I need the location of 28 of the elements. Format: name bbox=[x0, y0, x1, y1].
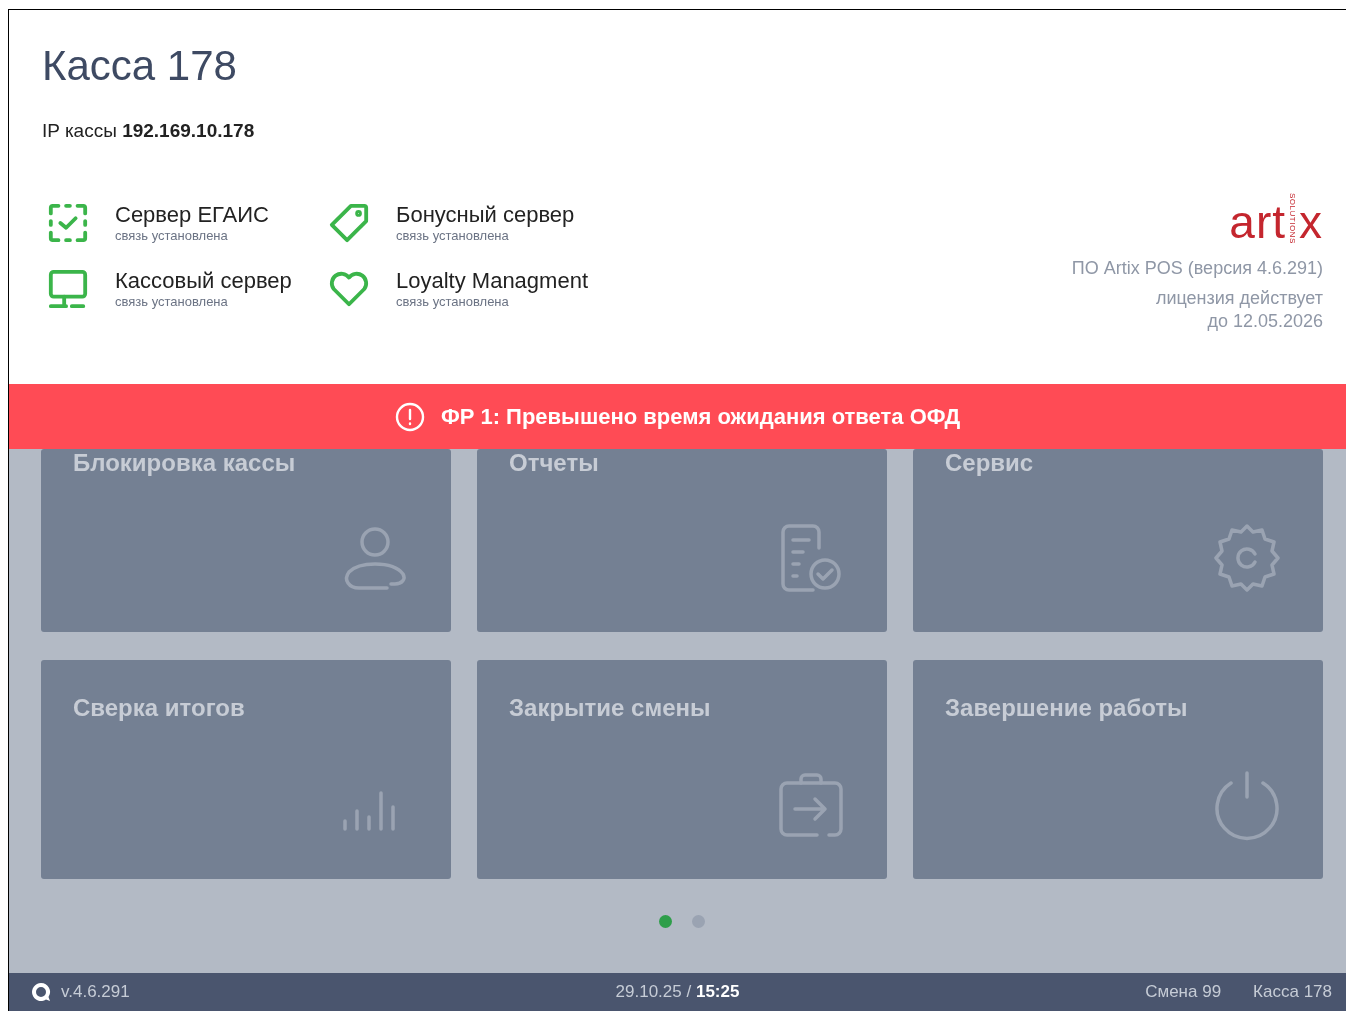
date-time: 29.10.25 / 15:25 bbox=[615, 982, 740, 1002]
software-version: ПО Artix POS (версия 4.6.291) bbox=[1071, 258, 1323, 279]
service-name: Loyalty Managment bbox=[396, 268, 588, 294]
app-logo-icon bbox=[31, 982, 51, 1002]
service-status: связь установлена bbox=[115, 228, 229, 243]
error-message: ФР 1: Превышено время ожидания ответа ОФД bbox=[440, 403, 961, 430]
menu-tile[interactable]: Сверка итогов bbox=[41, 660, 451, 879]
service-name: Бонусный сервер bbox=[396, 202, 575, 228]
service-status: связь установлена bbox=[396, 228, 510, 243]
menu-tile[interactable]: Сервис bbox=[913, 449, 1323, 632]
service-status: связь установлена bbox=[115, 294, 229, 309]
warning-icon bbox=[394, 401, 425, 432]
service-status: связь установлена bbox=[396, 294, 510, 309]
app-version: v.4.6.291 bbox=[61, 982, 130, 1002]
service-name: Сервер ЕГАИС bbox=[115, 202, 269, 228]
company-logo: art SOLUTIONS x bbox=[1229, 192, 1323, 244]
ip-address: IP кассы 192.169.10.178 bbox=[42, 120, 256, 142]
shift-number: Смена 99 bbox=[1145, 982, 1222, 1002]
menu-tile[interactable]: Отчеты bbox=[477, 449, 887, 632]
page-indicator-dot[interactable] bbox=[692, 915, 705, 928]
page-indicator-dot[interactable] bbox=[659, 915, 672, 928]
menu-tile[interactable]: Закрытие смены bbox=[477, 660, 887, 879]
menu-tile[interactable]: Блокировка кассы bbox=[41, 449, 451, 632]
register-title: Касса 178 bbox=[42, 42, 238, 90]
license-info: лицензия действует до 12.05.2026 bbox=[1155, 287, 1323, 333]
service-name: Кассовый сервер bbox=[115, 268, 292, 294]
register-number: Касса 178 bbox=[1253, 982, 1332, 1002]
menu-tile[interactable]: Завершение работы bbox=[913, 660, 1323, 879]
